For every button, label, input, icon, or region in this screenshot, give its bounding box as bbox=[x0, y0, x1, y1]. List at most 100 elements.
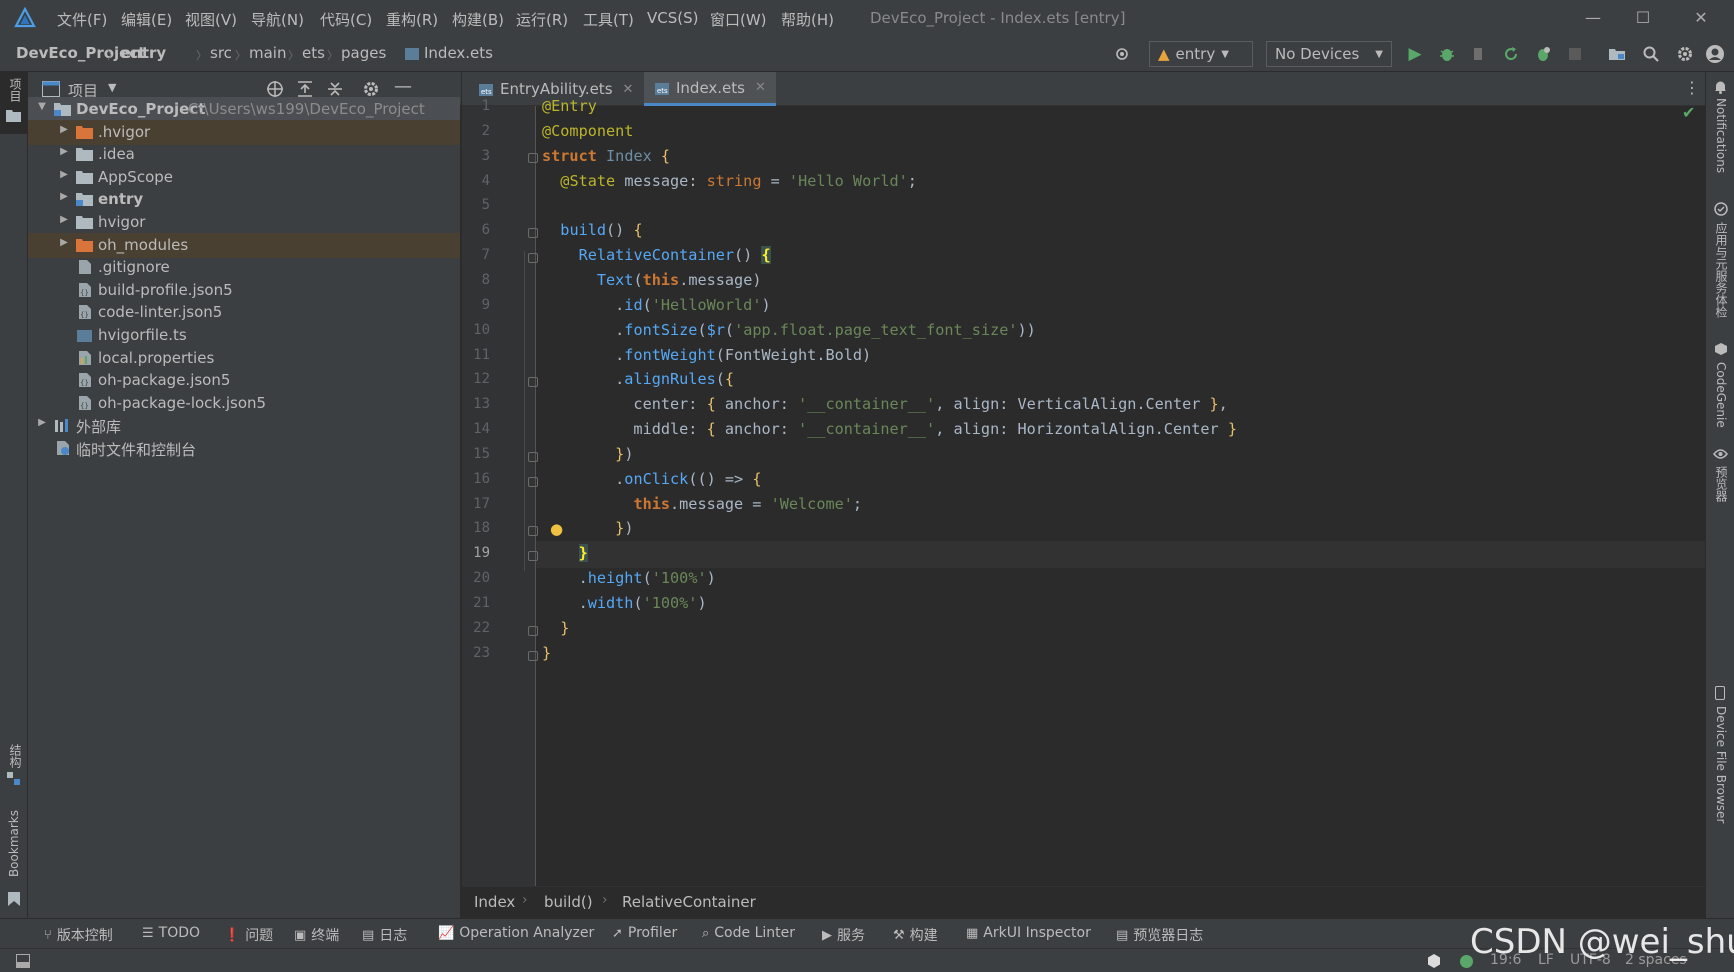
fold-marker[interactable] bbox=[528, 153, 538, 163]
menu-item[interactable]: 重构(R) bbox=[386, 9, 438, 30]
tab-index[interactable]: ets Index.ets ✕ bbox=[644, 72, 776, 106]
fold-marker[interactable] bbox=[528, 551, 538, 561]
chevron-right-icon[interactable]: ▶ bbox=[58, 191, 70, 202]
run-config-dropdown[interactable]: ▲ entry ▼ bbox=[1149, 41, 1253, 67]
collapse-all-icon[interactable] bbox=[326, 80, 344, 98]
bottom-tool-profiler[interactable]: ➚ Profiler bbox=[612, 925, 677, 941]
chevron-down-icon[interactable]: ▼ bbox=[108, 81, 116, 94]
more-tabs-icon[interactable]: ⋮ bbox=[1684, 78, 1700, 97]
device-file-browser-tool-button[interactable]: Device File Browser bbox=[1706, 686, 1734, 826]
attach-debugger-icon[interactable] bbox=[1468, 42, 1490, 66]
tree-item[interactable]: {} build-profile.json5 bbox=[28, 278, 460, 303]
menu-item[interactable]: 帮助(H) bbox=[781, 9, 834, 30]
fold-marker[interactable] bbox=[528, 377, 538, 387]
hexagon-status-icon[interactable] bbox=[1426, 953, 1442, 969]
bottom-tool-inspector[interactable]: ▦ ArkUI Inspector bbox=[966, 925, 1091, 941]
account-icon[interactable] bbox=[1704, 42, 1726, 66]
tree-item[interactable]: local.properties bbox=[28, 346, 460, 371]
previewer-tool-button[interactable]: 预览器 bbox=[1706, 448, 1734, 508]
breadcrumb-item[interactable]: src bbox=[210, 44, 232, 62]
menu-item[interactable]: 导航(N) bbox=[251, 9, 304, 30]
bottom-tool-log[interactable]: ▤ 日志 bbox=[362, 925, 407, 945]
breadcrumb-item[interactable]: entry bbox=[121, 44, 166, 62]
menu-item[interactable]: 编辑(E) bbox=[121, 9, 172, 30]
bottom-tool-terminal[interactable]: ▣ 终端 bbox=[294, 925, 339, 945]
chevron-right-icon[interactable]: ▶ bbox=[58, 237, 70, 248]
expand-all-icon[interactable] bbox=[296, 80, 314, 98]
options-gear-icon[interactable] bbox=[362, 80, 380, 98]
tree-item[interactable]: ▶ .hvigor bbox=[28, 119, 460, 145]
toggle-tool-windows-icon[interactable] bbox=[16, 954, 30, 968]
chevron-right-icon[interactable]: ▶ bbox=[36, 417, 48, 428]
search-icon[interactable] bbox=[1640, 42, 1662, 66]
breadcrumb-item[interactable]: Index.ets bbox=[424, 44, 493, 62]
crumb-build[interactable]: build() bbox=[544, 893, 593, 911]
tree-item[interactable]: ▶ .idea bbox=[28, 142, 460, 167]
code-editor[interactable]: 1 2 3 4 5 6 7 8 9 10 11 12 13 14 15 16 17 18 19 20 21 22 23 ● … bbox=[462, 97, 1705, 886]
menu-item[interactable]: 代码(C) bbox=[320, 9, 372, 30]
fold-marker[interactable] bbox=[528, 477, 538, 487]
bottom-tool-vcs[interactable]: ⑂ 版本控制 bbox=[44, 925, 113, 945]
menu-item[interactable]: 窗口(W) bbox=[710, 9, 767, 30]
breadcrumb-item[interactable]: pages bbox=[341, 44, 386, 62]
maximize-button[interactable]: ☐ bbox=[1620, 4, 1666, 32]
device-dropdown[interactable]: No Devices ▼ bbox=[1266, 41, 1392, 67]
close-tab-icon[interactable]: ✕ bbox=[623, 82, 634, 97]
chevron-right-icon[interactable]: ▶ bbox=[58, 169, 70, 180]
menu-item[interactable]: 构建(B) bbox=[452, 9, 504, 30]
fold-marker[interactable] bbox=[528, 526, 538, 536]
fold-marker[interactable] bbox=[528, 228, 538, 238]
rerun-icon[interactable] bbox=[1500, 42, 1522, 66]
tree-item[interactable]: {} code-linter.json5 bbox=[28, 300, 460, 325]
chevron-right-icon[interactable]: ▶ bbox=[58, 214, 70, 225]
chevron-right-icon[interactable]: ▶ bbox=[58, 146, 70, 157]
breadcrumb-item[interactable]: ets bbox=[302, 44, 325, 62]
menu-item[interactable]: 运行(R) bbox=[516, 9, 568, 30]
debug-icon[interactable] bbox=[1436, 42, 1458, 66]
bottom-tool-problems[interactable]: ❗ 问题 bbox=[224, 925, 273, 945]
tree-item[interactable]: ▼ DevEco_Project C:\Users\ws199\DevEco_Pro… bbox=[28, 97, 460, 122]
bottom-tool-build[interactable]: ⚒ 构建 bbox=[893, 925, 938, 945]
tree-item[interactable]: ▶ 外部库 bbox=[28, 413, 460, 438]
bottom-tool-todo[interactable]: ☰ TODO bbox=[142, 925, 200, 941]
select-opened-file-icon[interactable] bbox=[266, 80, 284, 98]
locate-icon[interactable] bbox=[1113, 45, 1131, 63]
settings-gear-icon[interactable] bbox=[1674, 42, 1696, 66]
codegenie-tool-button[interactable]: CodeGenie bbox=[1706, 342, 1734, 442]
structure-tool-button[interactable]: 结构 bbox=[0, 742, 28, 792]
tree-item[interactable]: ▶ oh_modules bbox=[28, 232, 460, 258]
profile-icon[interactable] bbox=[1532, 42, 1554, 66]
tree-item[interactable]: {} oh-package-lock.json5 bbox=[28, 391, 460, 416]
menu-item[interactable]: VCS(S) bbox=[647, 9, 698, 27]
fold-marker[interactable] bbox=[528, 253, 538, 263]
app-check-tool-button[interactable]: 应用与元服务体检 bbox=[1706, 202, 1734, 332]
close-button[interactable]: ✕ bbox=[1678, 4, 1724, 32]
crumb-relativecontainer[interactable]: RelativeContainer bbox=[622, 893, 756, 911]
bottom-tool-services[interactable]: ▶ 服务 bbox=[822, 925, 865, 945]
run-icon[interactable]: ▶ bbox=[1404, 42, 1426, 66]
tree-item[interactable]: ▶ AppScope bbox=[28, 165, 460, 190]
bottom-tool-linter[interactable]: ⌕ Code Linter bbox=[702, 925, 795, 941]
close-tab-icon[interactable]: ✕ bbox=[755, 80, 766, 95]
stop-icon[interactable] bbox=[1564, 42, 1586, 66]
chevron-right-icon[interactable]: ▶ bbox=[58, 124, 70, 135]
tree-item[interactable]: hvigorfile.ts bbox=[28, 323, 460, 348]
tree-item[interactable]: {} oh-package.json5 bbox=[28, 368, 460, 393]
tree-item[interactable]: .gitignore bbox=[28, 255, 460, 280]
tree-item[interactable]: ▶ entry bbox=[28, 187, 460, 212]
menu-item[interactable]: 工具(T) bbox=[583, 9, 634, 30]
crumb-index[interactable]: Index bbox=[474, 893, 515, 911]
breadcrumb-item[interactable]: main bbox=[249, 44, 286, 62]
bottom-tool-preview-log[interactable]: ▤ 预览器日志 bbox=[1116, 925, 1203, 945]
menu-item[interactable]: 视图(V) bbox=[185, 9, 237, 30]
tree-item[interactable]: 临时文件和控制台 bbox=[28, 436, 460, 461]
fold-marker[interactable] bbox=[528, 626, 538, 636]
notifications-tool-button[interactable]: Notifications bbox=[1706, 78, 1734, 188]
fold-marker[interactable] bbox=[528, 452, 538, 462]
project-tool-button[interactable]: 项目 bbox=[0, 72, 28, 134]
fold-marker[interactable] bbox=[528, 651, 538, 661]
bookmarks-tool-button[interactable]: Bookmarks bbox=[0, 810, 28, 910]
minimize-button[interactable]: — bbox=[1570, 4, 1616, 32]
chevron-down-icon[interactable]: ▼ bbox=[36, 101, 48, 112]
hide-panel-icon[interactable]: — bbox=[394, 76, 412, 97]
